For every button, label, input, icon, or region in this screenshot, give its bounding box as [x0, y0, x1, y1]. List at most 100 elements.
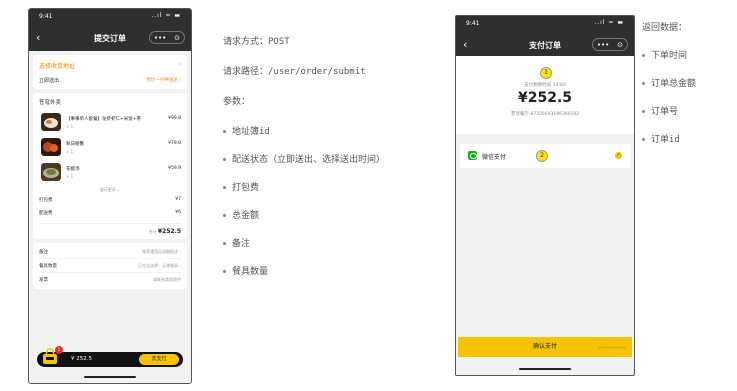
check-icon[interactable]: ✓ — [615, 152, 622, 159]
pay-amount: ¥252.5 — [517, 90, 573, 106]
send-now-label: 立即送出 — [39, 78, 60, 84]
list-item: 花椒汤 × 1 ¥59.9 — [39, 160, 181, 185]
chevron-right-icon: › — [178, 61, 181, 68]
navbar: ‹ 提交订单 ••• ⊙ — [29, 31, 191, 47]
cart-price: ¥ 252.5 — [71, 356, 92, 362]
param-item: 打包费 — [223, 180, 259, 193]
order-total: 合计 ¥252.5 — [39, 223, 181, 235]
mini-program-capsule[interactable]: ••• ⊙ — [592, 38, 628, 51]
close-target-icon[interactable]: ⊙ — [617, 41, 623, 49]
bullet-icon — [642, 54, 645, 57]
delivery-time-row[interactable]: 立即送出 预计一分钟送达 › — [39, 77, 181, 84]
home-indicator — [519, 368, 571, 370]
param-item: 配送状态（立即送出、选择送出时间） — [223, 152, 385, 165]
decorative-line — [598, 347, 626, 348]
tableware-row[interactable]: 餐具数量 已在店选择：无需餐具 › — [39, 259, 181, 273]
item-qty: × 1 — [66, 174, 74, 179]
request-path: 请求路径：/user/order/submit — [223, 67, 366, 77]
return-text: 订单总金额 — [651, 79, 697, 89]
item-name: 秋日螃蟹 — [66, 142, 84, 147]
shop-name: 苍穹外卖 — [39, 100, 62, 106]
total-label: 合计 — [148, 229, 157, 234]
go-pay-button[interactable]: 去支付 — [139, 354, 179, 365]
item-price: ¥59.9 — [168, 166, 181, 171]
status-time: 9:41 — [466, 20, 480, 27]
shop-order-number: 苍穹餐厅-67335643186360192 — [510, 112, 580, 117]
list-item: 【事事单人套餐】龙虾虾仁+米饭+茶 × 1 ¥99.8 — [39, 110, 181, 135]
remaining-time: 支付剩余时间 14:60 — [524, 83, 566, 88]
wechat-pay-option[interactable]: 微信支付 2 ✓ — [460, 144, 630, 168]
fee-value: ¥7 — [175, 197, 181, 202]
bullet-icon — [642, 110, 645, 113]
confirm-pay-button[interactable]: 确认支付 — [458, 337, 632, 357]
option-value[interactable]: 已在店选择：无需餐具 › — [138, 263, 181, 269]
cart-bar: 1 ¥ 252.5 去支付 — [37, 346, 183, 367]
bullet-icon — [223, 270, 226, 273]
bullet-icon — [223, 158, 226, 161]
signal-icon: ..ıl ≈ ▬ — [594, 19, 624, 26]
return-item: 订单号 — [642, 104, 678, 117]
param-item: 地址簿id — [223, 124, 270, 137]
return-text: 订单id — [651, 135, 680, 145]
option-value[interactable]: 推荐使用无接触配送 › — [142, 249, 181, 255]
submit-order-screen: 9:41 ..ıl ≈ ▬ ‹ 提交订单 ••• ⊙ 选择收货地址 › 立即送出… — [28, 8, 192, 384]
param-item: 备注 — [223, 236, 250, 249]
invoice-row[interactable]: 发票 请联系商家提供 — [39, 273, 181, 287]
param-item: 餐具数量 — [223, 264, 268, 277]
param-text: 餐具数量 — [232, 267, 269, 277]
list-item: 秋日螃蟹 × 1 ¥79.8 — [39, 135, 181, 160]
more-icon[interactable]: ••• — [154, 34, 166, 42]
status-time: 9:41 — [39, 13, 53, 20]
header: 9:41 ..ıl ≈ ▬ ‹ 支付订单 ••• ⊙ — [456, 16, 634, 56]
home-indicator — [84, 376, 136, 378]
total-value: ¥252.5 — [157, 228, 181, 235]
delivery-fee-row: 配送费 ¥6 — [39, 210, 181, 223]
annotation-badge-2: 2 — [536, 150, 548, 162]
wechat-icon — [468, 151, 477, 160]
status-bar: 9:41 ..ıl ≈ ▬ — [29, 11, 191, 23]
option-label: 备注 — [39, 250, 48, 255]
item-price: ¥79.8 — [168, 141, 181, 146]
more-icon[interactable]: ••• — [597, 41, 609, 49]
food-image — [41, 163, 61, 181]
mini-program-capsule[interactable]: ••• ⊙ — [149, 31, 185, 44]
header: 9:41 ..ıl ≈ ▬ ‹ 提交订单 ••• ⊙ — [29, 9, 191, 51]
bullet-icon — [223, 242, 226, 245]
close-target-icon[interactable]: ⊙ — [174, 34, 180, 42]
pay-method-label: 微信支付 — [482, 154, 507, 161]
request-method: 请求方式：POST — [223, 37, 290, 47]
return-text: 订单号 — [651, 107, 679, 117]
food-image — [41, 138, 61, 156]
signal-icon: ..ıl ≈ ▬ — [151, 12, 181, 19]
item-price: ¥99.8 — [168, 116, 181, 121]
expand-more-button[interactable]: 展开更多 ⌄ — [39, 187, 181, 193]
return-item: 下单时间 — [642, 48, 687, 61]
item-qty: × 1 — [66, 149, 74, 154]
return-item: 订单总金额 — [642, 76, 696, 89]
option-value: 请联系商家提供 — [153, 277, 181, 282]
confirm-label: 确认支付 — [532, 343, 557, 350]
item-name: 花椒汤 — [66, 167, 80, 172]
address-card[interactable]: 选择收货地址 › 立即送出 预计一分钟送达 › — [33, 55, 187, 89]
param-item: 总金额 — [223, 208, 259, 221]
pay-order-screen: 9:41 ..ıl ≈ ▬ ‹ 支付订单 ••• ⊙ 1 支付剩余时间 14:6… — [455, 15, 635, 376]
option-label: 餐具数量 — [39, 264, 57, 269]
bullet-icon — [223, 214, 226, 217]
fee-value: ¥6 — [175, 210, 181, 215]
bullet-icon — [642, 82, 645, 85]
fee-label: 配送费 — [39, 211, 53, 216]
food-image — [41, 113, 61, 131]
cart-count-badge: 1 — [55, 346, 63, 354]
return-text: 下单时间 — [651, 51, 688, 61]
estimated-time[interactable]: 预计一分钟送达 › — [146, 77, 181, 83]
remark-row[interactable]: 备注 推荐使用无接触配送 › — [39, 245, 181, 259]
packing-fee-row: 打包费 ¥7 — [39, 197, 181, 210]
bullet-icon — [223, 130, 226, 133]
select-address-link[interactable]: 选择收货地址 — [39, 61, 181, 70]
item-name: 【事事单人套餐】龙虾虾仁+米饭+茶 — [66, 117, 142, 122]
bullet-icon — [223, 186, 226, 189]
return-title: 返回数据： — [642, 23, 688, 33]
order-card: 苍穹外卖 【事事单人套餐】龙虾虾仁+米饭+茶 × 1 ¥99.8 秋日螃蟹 × … — [33, 93, 187, 239]
annotation-badge-1: 1 — [540, 67, 552, 79]
return-item: 订单id — [642, 132, 680, 145]
